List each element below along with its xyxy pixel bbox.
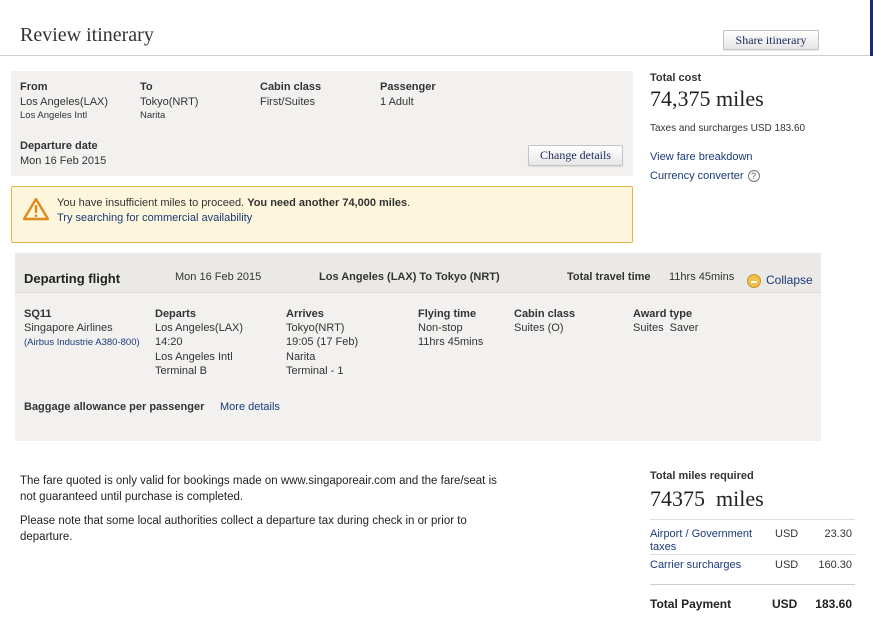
total-cost-value: 74,375 miles [650, 86, 764, 111]
page-title: Review itinerary [20, 24, 154, 46]
divider [650, 554, 855, 555]
arrives-terminal: Terminal - 1 [286, 365, 344, 377]
award-type-value: Suites Saver [633, 322, 699, 334]
share-itinerary-button[interactable]: Share itinerary [723, 30, 819, 50]
top-bar: Review itinerary Share itinerary [0, 0, 873, 56]
warning-period: . [407, 197, 411, 209]
currency-converter-row: Currency converter? [650, 170, 760, 183]
collapse-icon[interactable] [747, 274, 761, 288]
flying-time-value: 11hrs 45mins [418, 336, 484, 348]
airport-taxes-amount: 23.30 [824, 528, 852, 540]
travel-time-value: 11hrs 45mins [669, 271, 735, 283]
departs-terminal: Terminal B [155, 365, 207, 377]
arrives-city: Tokyo(NRT) [286, 322, 345, 334]
departing-flight-panel: Departing flight Mon 16 Feb 2015 Los Ang… [15, 253, 821, 441]
flight-cabin-label: Cabin class [514, 308, 576, 320]
arrives-label: Arrives [286, 308, 324, 320]
currency-converter-link[interactable]: Currency converter [650, 170, 744, 182]
passenger-value: 1 Adult [380, 96, 414, 108]
to-value: Tokyo(NRT) [140, 96, 199, 108]
from-label: From [20, 81, 48, 93]
view-fare-breakdown-link[interactable]: View fare breakdown [650, 151, 753, 163]
total-miles-value: 74375 miles [650, 486, 764, 511]
carrier-surcharges-amount: 160.30 [818, 559, 852, 571]
arrives-time: 19:05 (17 Feb) [286, 336, 359, 348]
divider [650, 584, 855, 585]
flight-date: Mon 16 Feb 2015 [175, 271, 262, 283]
flight-section-title: Departing flight [24, 271, 121, 286]
airport-taxes-label: Airport / Government taxes [650, 528, 753, 553]
aircraft-link[interactable]: (Airbus Industrie A380-800) [24, 337, 140, 348]
airline-name: Singapore Airlines [24, 322, 113, 334]
collapse-link[interactable]: Collapse [766, 273, 813, 287]
baggage-label: Baggage allowance per passenger [24, 401, 205, 413]
carrier-surcharges-label: Carrier surcharges [650, 559, 742, 571]
more-details-link[interactable]: More details [220, 401, 280, 413]
arrives-airport: Narita [286, 351, 316, 363]
warning-icon [23, 197, 49, 221]
flight-route: Los Angeles (LAX) To Tokyo (NRT) [319, 271, 500, 283]
flight-cabin-value: Suites (O) [514, 322, 564, 334]
cabin-class-value: First/Suites [260, 96, 316, 108]
taxes-surcharges: Taxes and surcharges USD 183.60 [650, 123, 806, 134]
total-cost-label: Total cost [650, 72, 702, 84]
passenger-label: Passenger [380, 81, 436, 93]
divider [650, 519, 855, 520]
insufficient-miles-warning: You have insufficient miles to proceed. … [11, 186, 633, 243]
change-details-button[interactable]: Change details [528, 145, 623, 166]
flying-stops: Non-stop [418, 322, 463, 334]
from-airport: Los Angeles Intl [20, 110, 88, 121]
flight-number: SQ11 [24, 308, 52, 320]
total-miles-label: Total miles required [650, 470, 754, 482]
warning-miles-needed: You need another 74,000 miles [247, 197, 408, 209]
departs-label: Departs [155, 308, 196, 320]
departs-airport: Los Angeles Intl [155, 351, 233, 363]
to-airport: Narita [140, 110, 166, 121]
departure-date-label: Departure date [20, 140, 98, 152]
total-payment-label: Total Payment [650, 597, 732, 611]
travel-time-label: Total travel time [567, 271, 651, 283]
from-value: Los Angeles(LAX) [20, 96, 109, 108]
departs-time: 14:20 [155, 336, 183, 348]
fare-validity-note: The fare quoted is only valid for bookin… [20, 475, 497, 503]
departure-tax-note: Please note that some local authorities … [20, 515, 467, 543]
flying-time-label: Flying time [418, 308, 477, 320]
cabin-class-label: Cabin class [260, 81, 322, 93]
help-icon[interactable]: ? [747, 170, 760, 183]
award-type-label: Award type [633, 308, 693, 320]
flight-header: Departing flight Mon 16 Feb 2015 Los Ang… [15, 253, 821, 293]
warning-text: You have insufficient miles to proceed. [57, 197, 248, 209]
commercial-availability-link[interactable]: Try searching for commercial availabilit… [57, 212, 252, 224]
departs-city: Los Angeles(LAX) [155, 322, 244, 334]
departure-date-value: Mon 16 Feb 2015 [20, 155, 107, 167]
to-label: To [140, 81, 153, 93]
warning-message: You have insufficient miles to proceed. … [57, 197, 410, 209]
total-payment-amount: 183.60 [815, 597, 852, 611]
